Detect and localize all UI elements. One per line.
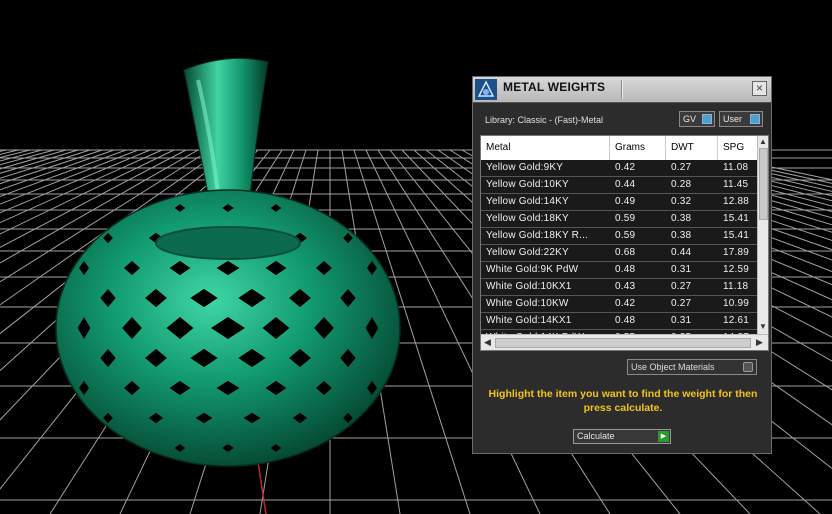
gv-toggle[interactable]: GV [679, 111, 715, 127]
horizontal-scroll-thumb[interactable] [495, 338, 751, 348]
table-body: Yellow Gold:9KY 0.42 0.27 11.08 Yellow Gold:… [481, 160, 757, 347]
column-divider[interactable] [609, 136, 610, 160]
table-row[interactable]: Yellow Gold:22KY 0.68 0.44 17.89 [481, 245, 757, 262]
user-toggle[interactable]: User [719, 111, 763, 127]
table-row[interactable]: White Gold:14KX1 0.48 0.31 12.61 [481, 313, 757, 330]
table-row[interactable]: White Gold:9K PdW 0.48 0.31 12.59 [481, 262, 757, 279]
cell-dwt: 0.44 [671, 247, 692, 258]
cell-dwt: 0.27 [671, 162, 692, 173]
cell-dwt: 0.28 [671, 179, 692, 190]
vertical-scrollbar[interactable]: ▲ ▼ [757, 136, 768, 334]
cell-metal: Yellow Gold:18KY R... [486, 230, 589, 241]
cell-spg: 15.41 [723, 213, 750, 224]
table-row[interactable]: Yellow Gold:18KY R... 0.59 0.38 15.41 [481, 228, 757, 245]
cell-metal: White Gold:14KX1 [486, 315, 572, 326]
cell-grams: 0.59 [615, 213, 636, 224]
metal-table: Metal Grams DWT SPG Yellow Gold:9KY 0.42 0… [480, 135, 769, 351]
cell-metal: White Gold:10KW [486, 298, 569, 309]
cell-metal: Yellow Gold:14KY [486, 196, 569, 207]
cell-metal: White Gold:9K PdW [486, 264, 579, 275]
scroll-up-icon[interactable]: ▲ [759, 137, 767, 147]
cell-metal: Yellow Gold:9KY [486, 162, 564, 173]
column-divider[interactable] [717, 136, 718, 160]
column-header-metal[interactable]: Metal [486, 142, 510, 153]
cell-spg: 17.89 [723, 247, 750, 258]
cell-grams: 0.44 [615, 179, 636, 190]
table-header: Metal Grams DWT SPG [481, 136, 757, 161]
metal-weights-panel: METAL WEIGHTS × Library: Classic - (Fast… [472, 76, 772, 454]
pendant-top-rim [155, 226, 301, 260]
library-label: Library: Classic - (Fast)-Metal [485, 115, 604, 125]
horizontal-scrollbar[interactable]: ◀ ▶ [481, 334, 768, 350]
instructions-text: Highlight the item you want to find the … [488, 388, 758, 414]
radio-icon [743, 362, 753, 372]
column-header-dwt[interactable]: DWT [671, 142, 694, 153]
cell-dwt: 0.27 [671, 281, 692, 292]
use-object-materials-label: Use Object Materials [631, 362, 715, 372]
panel-titlebar[interactable]: METAL WEIGHTS × [473, 77, 771, 103]
calculate-label: Calculate [577, 431, 615, 441]
table-row[interactable]: White Gold:10KW 0.42 0.27 10.99 [481, 296, 757, 313]
scroll-down-icon[interactable]: ▼ [759, 322, 767, 332]
cell-spg: 10.99 [723, 298, 750, 309]
scroll-left-icon[interactable]: ◀ [484, 337, 491, 348]
column-header-grams[interactable]: Grams [615, 142, 645, 153]
cell-grams: 0.42 [615, 162, 636, 173]
cell-dwt: 0.38 [671, 230, 692, 241]
cell-spg: 15.41 [723, 230, 750, 241]
vertical-scroll-thumb[interactable] [759, 148, 768, 220]
column-divider[interactable] [665, 136, 666, 160]
user-toggle-knob-icon [750, 114, 760, 124]
table-row[interactable]: Yellow Gold:10KY 0.44 0.28 11.45 [481, 177, 757, 194]
cell-grams: 0.59 [615, 230, 636, 241]
cell-metal: Yellow Gold:18KY [486, 213, 569, 224]
cell-dwt: 0.31 [671, 264, 692, 275]
cell-grams: 0.48 [615, 264, 636, 275]
cell-dwt: 0.31 [671, 315, 692, 326]
cell-dwt: 0.32 [671, 196, 692, 207]
calculate-button[interactable]: Calculate ▶ [573, 429, 671, 444]
panel-title: METAL WEIGHTS [503, 80, 606, 94]
cell-dwt: 0.38 [671, 213, 692, 224]
cell-spg: 11.18 [723, 281, 749, 292]
title-divider [621, 80, 623, 99]
table-row[interactable]: Yellow Gold:14KY 0.49 0.32 12.88 [481, 194, 757, 211]
gv-toggle-knob-icon [702, 114, 712, 124]
metal-weights-logo-icon [475, 79, 497, 100]
use-object-materials-toggle[interactable]: Use Object Materials [627, 359, 757, 375]
gv-label: GV [683, 114, 697, 124]
cell-spg: 12.59 [723, 264, 750, 275]
cell-spg: 12.61 [723, 315, 750, 326]
cell-grams: 0.48 [615, 315, 636, 326]
cell-grams: 0.68 [615, 247, 636, 258]
cell-grams: 0.42 [615, 298, 636, 309]
cell-metal: Yellow Gold:22KY [486, 247, 569, 258]
scroll-right-icon[interactable]: ▶ [756, 337, 763, 348]
play-icon: ▶ [658, 431, 669, 442]
cell-metal: White Gold:10KX1 [486, 281, 572, 292]
cell-spg: 11.45 [723, 179, 749, 190]
cell-dwt: 0.27 [671, 298, 692, 309]
column-header-spg[interactable]: SPG [723, 142, 744, 153]
cell-spg: 11.08 [723, 162, 749, 173]
close-button[interactable]: × [752, 81, 767, 96]
cell-spg: 12.88 [723, 196, 750, 207]
user-label: User [723, 114, 743, 124]
table-row[interactable]: Yellow Gold:18KY 0.59 0.38 15.41 [481, 211, 757, 228]
table-row[interactable]: White Gold:10KX1 0.43 0.27 11.18 [481, 279, 757, 296]
cell-metal: Yellow Gold:10KY [486, 179, 569, 190]
cell-grams: 0.49 [615, 196, 636, 207]
cell-grams: 0.43 [615, 281, 636, 292]
table-row[interactable]: Yellow Gold:9KY 0.42 0.27 11.08 [481, 160, 757, 177]
